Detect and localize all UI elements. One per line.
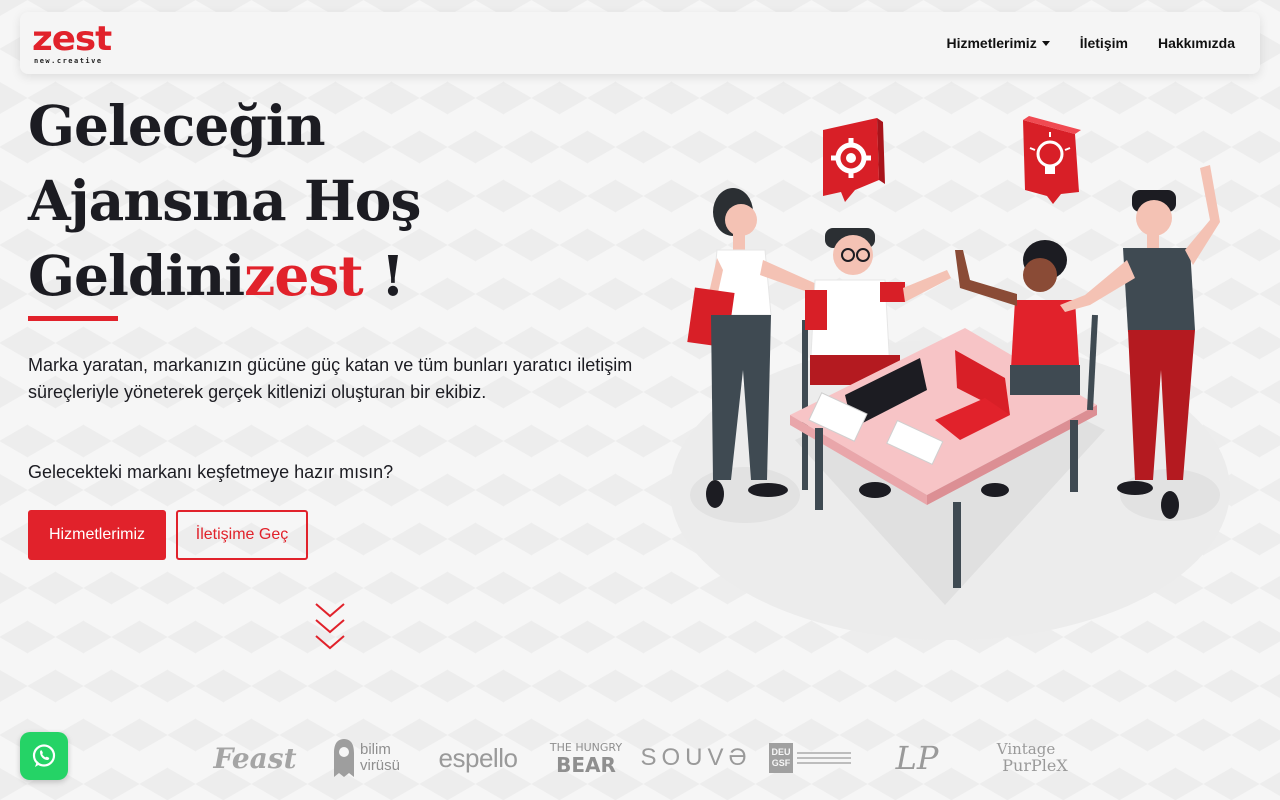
nav-item-about-label: Hakkımızda	[1157, 35, 1235, 51]
hero-title-accent: zest	[244, 243, 364, 308]
navbar: zest new.creative Hizmetlerimiz İletişim…	[20, 12, 1260, 74]
brand-logo-the-hungry-bear[interactable]: THE HUNGRY BEAR	[543, 728, 629, 788]
brand-logo-bilim-virusu[interactable]: bilim virüsü	[323, 728, 409, 788]
logo-wordmark: zest	[32, 19, 112, 59]
brand-name-line-2: GSF	[771, 758, 791, 768]
brand-logo-deu-gsf[interactable]: DEU GSF	[765, 728, 855, 788]
nav-item-services-label: Hizmetlerimiz	[946, 35, 1037, 51]
nav-item-about[interactable]: Hakkımızda	[1158, 35, 1235, 51]
brand-name: DEU	[771, 747, 791, 757]
hero-title-line-3-prefix: Geldini	[28, 243, 245, 308]
whatsapp-button[interactable]	[20, 732, 68, 780]
brand-name: Feast	[213, 741, 297, 775]
brand-name: THE HUNGRY	[549, 740, 623, 754]
lightbulb-icon	[1023, 116, 1081, 204]
nav-item-services[interactable]: Hizmetlerimiz	[946, 35, 1050, 51]
nav-menu: Hizmetlerimiz İletişim Hakkımızda	[946, 12, 1235, 74]
brand-name: SOUVƏ	[640, 744, 752, 771]
brand-name-line-2: BEAR	[556, 752, 616, 777]
logo-tagline: new.creative	[34, 57, 103, 65]
gear-icon	[823, 118, 885, 202]
brand-logo-vintage-purplex[interactable]: Vintage PurPleX	[983, 728, 1069, 788]
hero-title-line-1: Geleceğin	[28, 93, 326, 158]
title-underline	[28, 316, 118, 321]
team-illustration	[670, 116, 1230, 640]
brand-logo-espello[interactable]: espello	[433, 728, 523, 788]
brand-name: LP	[895, 739, 939, 777]
services-button[interactable]: Hizmetlerimiz	[28, 510, 166, 560]
nav-item-contact[interactable]: İletişim	[1080, 35, 1128, 51]
brand-logo-souve[interactable]: SOUVƏ	[640, 728, 746, 788]
client-logos: Feast bilim virüsü espello THE HUNGRY BE…	[213, 728, 1075, 788]
brand-name-line-2: virüsü	[359, 757, 400, 774]
brand-logo-lp[interactable]: LP	[883, 728, 951, 788]
hero-title: Geleceğin Ajansına Hoş Geldinizest !	[28, 88, 588, 313]
hero-title-line-3-suffix: !	[362, 243, 405, 308]
hero-title-line-2: Ajansına Hoş	[28, 168, 421, 233]
hero-question: Gelecekteki markanı keşfetmeye hazır mıs…	[28, 462, 394, 482]
scroll-down-icon[interactable]	[314, 600, 346, 658]
contact-button[interactable]: İletişime Geç	[176, 510, 308, 560]
brand-name: bilim	[359, 741, 391, 758]
brand-name-line-2: PurPleX	[1002, 756, 1068, 775]
zest-logo[interactable]: zest new.creative	[32, 22, 116, 66]
hero-description: Marka yaratan, markanızın gücüne güç kat…	[28, 355, 633, 402]
brand-logo-feast[interactable]: Feast	[213, 728, 297, 788]
ghost-icon	[333, 739, 354, 777]
brand-name: Vintage	[996, 740, 1056, 758]
brand-name: espello	[438, 742, 518, 773]
chevron-down-icon	[1041, 40, 1050, 46]
whatsapp-icon	[32, 744, 56, 767]
nav-item-contact-label: İletişim	[1079, 35, 1128, 51]
